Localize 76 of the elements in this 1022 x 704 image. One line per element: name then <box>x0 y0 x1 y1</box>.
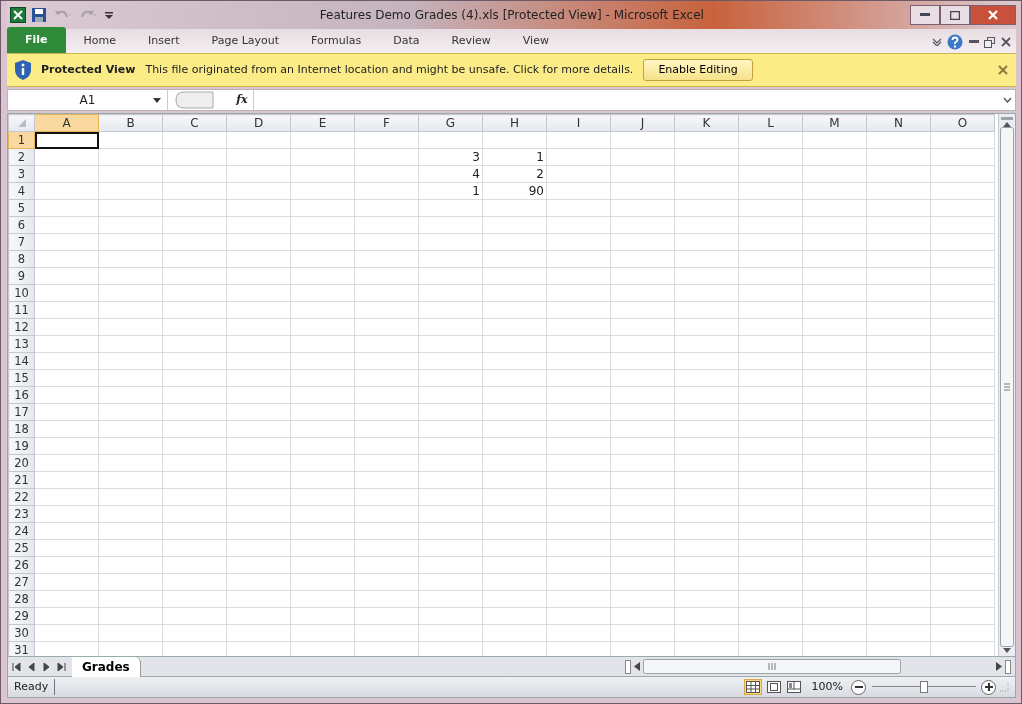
ribbon-tab[interactable]: Home <box>69 32 130 53</box>
split-handle-icon[interactable] <box>1001 117 1013 121</box>
table-cell: 90 <box>482 182 547 200</box>
close-icon[interactable] <box>1000 37 1011 48</box>
scroll-right-icon[interactable] <box>996 662 1003 671</box>
page-layout-view-icon <box>766 681 781 693</box>
shield-info-icon <box>15 60 31 80</box>
sheet-tab[interactable]: Grades <box>72 656 141 677</box>
split-handle-icon[interactable] <box>1005 659 1011 674</box>
file-tab[interactable]: File <box>7 26 66 53</box>
column-header[interactable]: A <box>34 114 99 132</box>
column-header[interactable]: E <box>290 114 355 132</box>
zoom-out-button[interactable] <box>851 679 867 695</box>
close-icon[interactable] <box>998 64 1008 75</box>
help-icon[interactable] <box>947 34 963 51</box>
ribbon-tab[interactable]: Formulas <box>297 32 376 53</box>
table-cell: 3 <box>418 148 483 166</box>
minimize-icon <box>920 13 930 17</box>
ribbon-tab[interactable]: Page Layout <box>197 32 294 53</box>
previous-sheet-icon[interactable] <box>27 661 36 672</box>
active-cell[interactable] <box>34 131 99 149</box>
page-layout-view-button[interactable] <box>764 679 783 695</box>
column-header[interactable]: I <box>546 114 611 132</box>
table-cell: 2 <box>482 165 547 183</box>
column-header[interactable]: J <box>610 114 675 132</box>
maximize-button[interactable] <box>940 5 970 25</box>
column-header[interactable]: F <box>354 114 419 132</box>
zoom-level[interactable]: 100% <box>811 678 843 696</box>
enable-editing-button[interactable]: Enable Editing <box>643 58 753 82</box>
scrollbar-thumb[interactable] <box>1000 127 1014 648</box>
column-header[interactable]: M <box>802 114 867 132</box>
plus-icon <box>984 683 993 691</box>
minimize-button[interactable] <box>910 5 940 25</box>
restore-icon[interactable] <box>984 36 995 48</box>
ribbon-tab[interactable]: Insert <box>134 32 194 53</box>
minimize-icon[interactable] <box>968 40 979 45</box>
save-icon[interactable] <box>31 7 48 23</box>
page-break-view-icon <box>787 681 802 693</box>
close-button[interactable] <box>970 5 1016 25</box>
protected-view-message[interactable]: This file originated from an Internet location and might be unsafe. Click for more details. <box>145 61 634 79</box>
column-header[interactable]: L <box>738 114 803 132</box>
column-header[interactable]: D <box>226 114 291 132</box>
resize-grip-icon[interactable] <box>999 682 1009 692</box>
next-sheet-icon[interactable] <box>42 661 51 672</box>
page-break-view-button[interactable] <box>785 679 804 695</box>
column-header[interactable]: G <box>418 114 483 132</box>
minus-icon <box>854 686 863 688</box>
normal-view-button[interactable] <box>743 679 762 695</box>
column-header[interactable]: B <box>98 114 163 132</box>
window-title: Features Demo Grades (4).xls [Protected View] - Microsoft Excel <box>318 7 705 24</box>
column-header[interactable]: O <box>930 114 995 132</box>
ribbon-tab[interactable]: Data <box>379 32 434 53</box>
ribbon-tab[interactable]: View <box>508 32 563 53</box>
zoom-slider-thumb[interactable] <box>919 681 928 693</box>
protected-view-title: Protected View <box>41 61 136 78</box>
column-header[interactable]: K <box>674 114 739 132</box>
maximize-icon <box>950 10 960 20</box>
normal-view-icon <box>745 681 760 693</box>
column-header[interactable]: N <box>866 114 931 132</box>
split-handle-icon[interactable] <box>625 659 632 674</box>
customize-toolbar-icon[interactable] <box>103 9 114 21</box>
table-cell: 1 <box>482 148 547 166</box>
collapse-ribbon-icon[interactable] <box>931 38 942 47</box>
ribbon-tab[interactable]: Review <box>437 32 505 53</box>
column-header[interactable]: C <box>162 114 227 132</box>
status-text: Ready <box>14 678 55 696</box>
horizontal-scrollbar-thumb[interactable] <box>642 659 901 674</box>
column-header[interactable]: H <box>482 114 547 132</box>
zoom-in-button[interactable] <box>981 679 997 695</box>
last-sheet-icon[interactable] <box>57 661 66 672</box>
spreadsheet-app-icon <box>9 7 26 23</box>
scroll-left-icon[interactable] <box>634 662 640 671</box>
first-sheet-icon[interactable] <box>12 661 21 672</box>
table-cell: 4 <box>418 165 483 183</box>
close-icon <box>988 10 998 20</box>
table-cell: 1 <box>418 182 483 200</box>
